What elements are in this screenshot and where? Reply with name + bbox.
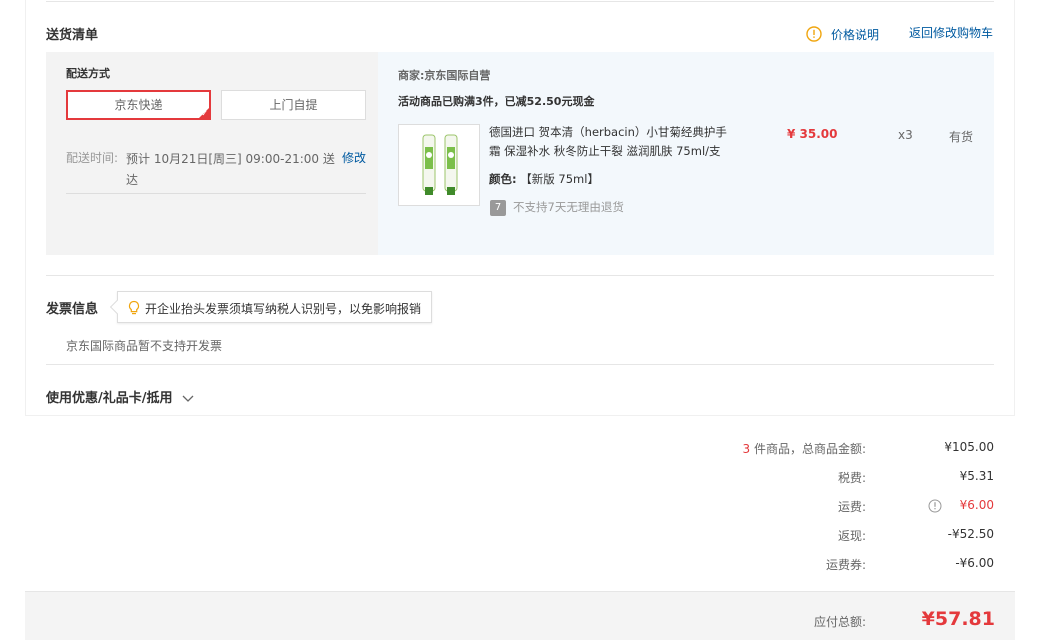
invoice-tip-box: 开企业抬头发票须填写纳税人识别号，以免影响报销: [109, 291, 432, 323]
seller-info: 商家:京东国际自营: [398, 67, 490, 83]
chevron-down-icon: [182, 392, 194, 406]
shipping-box: 配送方式 京东快递 ✓ 上门自提 配送时间: 预计 10月21日[周三] 09:…: [46, 52, 994, 255]
delivery-panel: 配送方式 京东快递 ✓ 上门自提 配送时间: 预计 10月21日[周三] 09:…: [46, 52, 378, 255]
promo-text: 活动商品已购满3件，已减52.50元现金: [398, 95, 595, 108]
shipping-fee-info-icon[interactable]: [928, 499, 942, 513]
lightbulb-icon: [127, 300, 141, 316]
delivery-option-pickup[interactable]: 上门自提: [221, 90, 366, 120]
delivery-option-label: 上门自提: [269, 98, 318, 112]
section-divider: [46, 364, 994, 365]
top-divider: [46, 1, 994, 2]
total-footer: 应付总额: ¥57.81: [25, 591, 1015, 640]
product-quantity: x3: [898, 128, 913, 142]
total-value: ¥57.81: [921, 608, 995, 630]
product-color: 颜色: 【新版 75ml】: [489, 171, 599, 187]
summary-cashback-row: 返现: -¥52.50: [674, 527, 994, 547]
delivery-time-label: 配送时间:: [66, 151, 119, 165]
product-name[interactable]: 德国进口 贺本清（herbacin）小甘菊经典护手 霜 保湿补水 秋冬防止干裂 …: [489, 123, 739, 161]
shipping-list-title: 送货清单: [46, 28, 99, 43]
cashback-label: 返现:: [837, 529, 866, 543]
item-count: 3: [742, 442, 751, 456]
delivery-method-label: 配送方式: [66, 67, 110, 80]
summary-items-row: 3 件商品，总商品金额: ¥105.00: [674, 440, 994, 460]
product-name-line2: 霜 保湿补水 秋冬防止干裂 滋润肌肤 75ml/支: [489, 144, 721, 158]
product-thumbnail[interactable]: [398, 124, 480, 206]
delivery-divider: [66, 193, 366, 194]
shipping-coupon-label: 运费券:: [825, 558, 866, 572]
coupons-toggle[interactable]: 使用优惠/礼品卡/抵用: [46, 387, 194, 406]
delivery-option-label: 京东快递: [114, 98, 163, 112]
summary-items-label: 3 件商品，总商品金额:: [742, 442, 866, 456]
summary-shipping-row: 运费: ¥6.00: [674, 498, 994, 518]
check-mark-icon: ✓: [201, 109, 208, 118]
seller-name: 京东国际自营: [424, 69, 491, 82]
invoice-note: 京东国际商品暂不支持开发票: [66, 339, 223, 353]
invoice-title: 发票信息: [46, 302, 99, 317]
modify-delivery-link[interactable]: 修改: [342, 149, 366, 166]
total-label: 应付总额:: [813, 615, 866, 629]
return-policy-note: 不支持7天无理由退货: [513, 200, 624, 214]
delivery-option-jd-express[interactable]: 京东快递 ✓: [66, 90, 211, 120]
shipping-fee-value: ¥6.00: [959, 498, 994, 512]
summary-items-value: ¥105.00: [944, 440, 994, 454]
shipping-coupon-value: -¥6.00: [955, 556, 994, 570]
price-note-link[interactable]: 价格说明: [831, 26, 879, 43]
stock-status: 有货: [949, 130, 974, 144]
no-return-icon: 7: [490, 200, 506, 216]
summary-ship-coupon-row: 运费券: -¥6.00: [674, 556, 994, 576]
delivery-time-line1: 预计 10月21日[周三] 09:00-21:00 送: [126, 152, 335, 166]
product-name-line1: 德国进口 贺本清（herbacin）小甘菊经典护手: [489, 125, 727, 139]
seller-label: 商家:: [398, 69, 425, 82]
invoice-tip-text: 开企业抬头发票须填写纳税人识别号，以免影响报销: [145, 302, 422, 316]
item-panel: 商家:京东国际自营 活动商品已购满3件，已减52.50元现金 德国进口 贺本清（…: [378, 52, 994, 255]
delivery-time-line2: 达: [126, 173, 139, 187]
summary-tax-row: 税费: ¥5.31: [674, 469, 994, 489]
section-divider: [46, 275, 994, 276]
back-to-cart-link[interactable]: 返回修改购物车: [909, 24, 993, 41]
delivery-time-value: 预计 10月21日[周三] 09:00-21:00 送 达: [126, 149, 335, 191]
product-color-label: 颜色:: [489, 172, 517, 186]
cashback-value: -¥52.50: [947, 527, 994, 541]
shipping-fee-label: 运费:: [837, 500, 866, 514]
coupons-label: 使用优惠/礼品卡/抵用: [46, 391, 173, 406]
tax-value: ¥5.31: [959, 469, 994, 483]
tax-label: 税费:: [837, 471, 866, 485]
hand-cream-image: [422, 134, 458, 195]
product-price: ¥ 35.00: [787, 127, 838, 141]
product-color-value: 【新版 75ml】: [520, 172, 599, 186]
price-note-icon[interactable]: [806, 26, 822, 42]
